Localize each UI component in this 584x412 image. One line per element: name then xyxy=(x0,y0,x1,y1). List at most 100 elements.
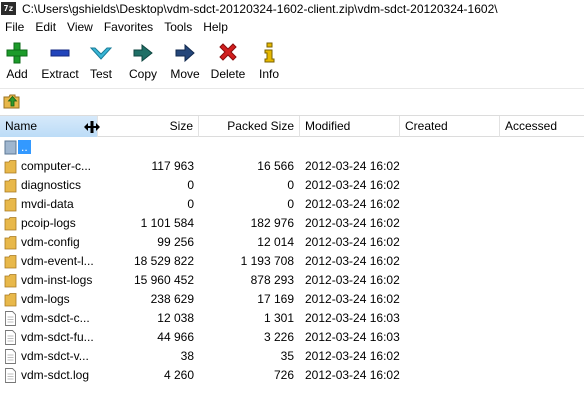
list-item-name: vdm-logs xyxy=(21,292,70,306)
list-item[interactable]: vdm-sdct-c... 12 038 1 301 2012-03-24 16… xyxy=(0,309,584,328)
file-icon xyxy=(5,330,16,345)
menu-view[interactable]: View xyxy=(62,20,99,34)
toolbar: Add Extract Test Copy Move Delete Info xyxy=(0,36,584,88)
test-button[interactable]: Test xyxy=(81,40,121,84)
list-item-name: pcoip-logs xyxy=(21,216,76,230)
list-item-packed: 17 169 xyxy=(257,292,294,306)
list-item-name: vdm-sdct-c... xyxy=(21,311,90,325)
list-item[interactable]: vdm-logs 238 629 17 169 2012-03-24 16:02 xyxy=(0,290,584,309)
list-item-packed: 16 566 xyxy=(257,159,294,173)
column-header: Name Size Packed Size Modified Created A… xyxy=(0,115,584,137)
list-item-packed: 35 xyxy=(280,349,294,363)
list-item-size: 4 260 xyxy=(163,368,194,382)
list-item-packed: 182 976 xyxy=(250,216,294,230)
minus-icon xyxy=(50,49,70,57)
col-size[interactable]: Size xyxy=(98,116,199,137)
folder-icon xyxy=(4,293,17,307)
info-icon xyxy=(264,42,275,63)
list-item-modified: 2012-03-24 16:02 xyxy=(305,178,400,192)
address-bar xyxy=(0,88,584,113)
file-icon xyxy=(5,349,16,364)
list-item-size: 99 256 xyxy=(157,235,194,249)
list-item[interactable]: vdm-config 99 256 12 014 2012-03-24 16:0… xyxy=(0,233,584,252)
info-button[interactable]: Info xyxy=(249,40,289,84)
list-item-size: 38 xyxy=(180,349,194,363)
delete-x-icon xyxy=(219,43,237,61)
list-item-size: 18 529 822 xyxy=(133,254,194,268)
address-input[interactable] xyxy=(26,91,582,111)
list-item[interactable]: vdm-sdct-fu... 44 966 3 226 2012-03-24 1… xyxy=(0,328,584,347)
extract-button[interactable]: Extract xyxy=(40,40,80,84)
list-item-size: 0 xyxy=(187,178,194,192)
list-item-name: vdm-inst-logs xyxy=(21,273,93,287)
list-item-name: vdm-config xyxy=(21,235,80,249)
list-item[interactable]: vdm-inst-logs 15 960 452 878 293 2012-03… xyxy=(0,271,584,290)
folder-icon xyxy=(4,179,17,193)
list-item-packed: 1 193 708 xyxy=(240,254,294,268)
list-item[interactable]: pcoip-logs 1 101 584 182 976 2012-03-24 … xyxy=(0,214,584,233)
list-item[interactable]: mvdi-data 0 0 2012-03-24 16:02 xyxy=(0,195,584,214)
list-item-packed: 726 xyxy=(273,368,294,382)
folder-icon xyxy=(4,255,17,269)
list-item-packed: 3 226 xyxy=(263,330,294,344)
folder-up-icon[interactable] xyxy=(3,92,21,110)
list-item-name: vdm-sdct-fu... xyxy=(21,330,94,344)
7zip-app-icon[interactable]: 7z xyxy=(1,2,16,15)
col-modified[interactable]: Modified xyxy=(300,116,400,137)
double-arrow-icon xyxy=(133,43,153,63)
move-label: Move xyxy=(170,67,200,81)
list-item-name: diagnostics xyxy=(21,178,82,192)
menu-file[interactable]: File xyxy=(0,20,30,34)
plus-icon xyxy=(6,42,28,64)
copy-button[interactable]: Copy xyxy=(123,40,163,84)
list-item-modified: 2012-03-24 16:03 xyxy=(305,311,400,325)
test-label: Test xyxy=(89,67,112,81)
list-item-packed: 0 xyxy=(287,178,294,192)
list-item-name: vdm-event-l... xyxy=(21,254,94,268)
check-icon xyxy=(89,47,113,60)
list-item-parent[interactable]: .. xyxy=(0,138,584,157)
menu-bar: File Edit View Favorites Tools Help xyxy=(0,17,584,36)
list-item-modified: 2012-03-24 16:02 xyxy=(305,197,400,211)
column-resize-cursor-icon xyxy=(84,121,100,133)
folder-icon xyxy=(4,236,17,250)
copy-label: Copy xyxy=(128,67,157,81)
list-item-size: 238 629 xyxy=(150,292,194,306)
add-button[interactable]: Add xyxy=(0,40,37,84)
list-item-name: vdm-sdct-v... xyxy=(21,349,89,363)
move-button[interactable]: Move xyxy=(165,40,205,84)
folder-icon xyxy=(4,274,17,288)
list-item[interactable]: vdm-sdct.log 4 260 726 2012-03-24 16:02 xyxy=(0,366,584,385)
list-item-modified: 2012-03-24 16:02 xyxy=(305,254,400,268)
list-item[interactable]: vdm-sdct-v... 38 35 2012-03-24 16:02 xyxy=(0,347,584,366)
extract-label: Extract xyxy=(41,67,79,81)
list-item[interactable]: diagnostics 0 0 2012-03-24 16:02 xyxy=(0,176,584,195)
list-item-modified: 2012-03-24 16:02 xyxy=(305,349,400,363)
list-item-size: 44 966 xyxy=(157,330,194,344)
file-icon xyxy=(5,368,16,383)
list-item[interactable]: vdm-event-l... 18 529 822 1 193 708 2012… xyxy=(0,252,584,271)
list-item-modified: 2012-03-24 16:03 xyxy=(305,330,400,344)
col-packed-size[interactable]: Packed Size xyxy=(199,116,300,137)
add-label: Add xyxy=(6,67,28,81)
col-accessed[interactable]: Accessed xyxy=(500,116,584,137)
list-item-name: mvdi-data xyxy=(21,197,74,211)
file-list: .. computer-c... 117 963 16 566 2012-03-… xyxy=(0,138,584,385)
list-item-packed: 0 xyxy=(287,197,294,211)
list-item-size: 1 101 584 xyxy=(140,216,194,230)
parent-folder-icon xyxy=(4,140,17,155)
title-bar: 7z C:\Users\gshields\Desktop\vdm-sdct-20… xyxy=(0,0,584,17)
menu-help[interactable]: Help xyxy=(198,20,234,34)
list-item-modified: 2012-03-24 16:02 xyxy=(305,216,400,230)
list-item-name: .. xyxy=(18,140,31,154)
list-item-size: 15 960 452 xyxy=(133,273,194,287)
delete-label: Delete xyxy=(210,67,246,81)
col-created[interactable]: Created xyxy=(400,116,500,137)
delete-button[interactable]: Delete xyxy=(208,40,248,84)
menu-tools[interactable]: Tools xyxy=(159,20,198,34)
menu-edit[interactable]: Edit xyxy=(30,20,62,34)
list-item-name: vdm-sdct.log xyxy=(21,368,90,382)
list-item[interactable]: computer-c... 117 963 16 566 2012-03-24 … xyxy=(0,157,584,176)
list-item-modified: 2012-03-24 16:02 xyxy=(305,292,400,306)
menu-favorites[interactable]: Favorites xyxy=(99,20,159,34)
